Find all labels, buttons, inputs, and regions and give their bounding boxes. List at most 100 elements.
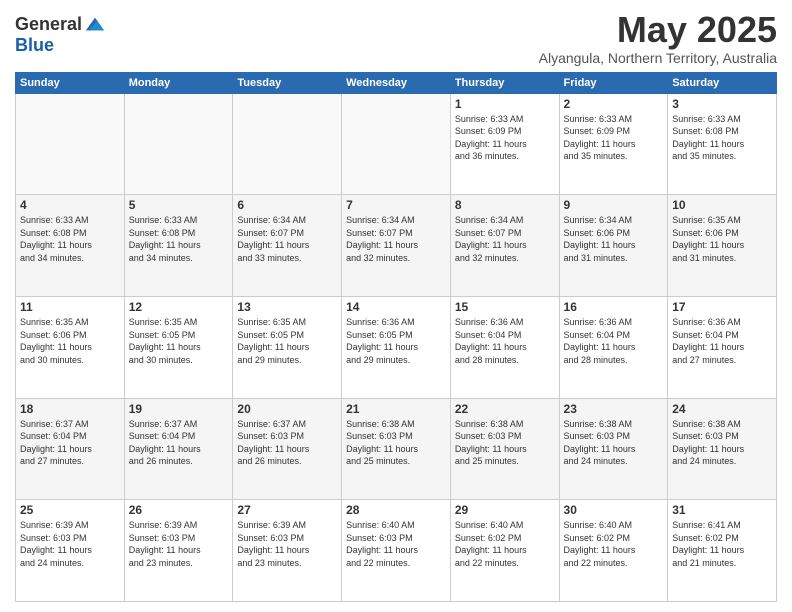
location-title: Alyangula, Northern Territory, Australia	[539, 50, 777, 66]
calendar-cell: 28 Sunrise: 6:40 AM Sunset: 6:03 PM Dayli…	[342, 500, 451, 602]
day-number: 4	[20, 198, 120, 212]
calendar-cell: 20 Sunrise: 6:37 AM Sunset: 6:03 PM Dayli…	[233, 398, 342, 500]
calendar-week-2: 4 Sunrise: 6:33 AM Sunset: 6:08 PM Daylig…	[16, 195, 777, 297]
calendar-cell: 18Sunrise: 6:37 AM Sunset: 6:04 PM Dayli…	[16, 398, 125, 500]
day-info: Sunrise: 6:39 AM Sunset: 6:03 PM Dayligh…	[237, 519, 337, 569]
day-info: Sunrise: 6:35 AM Sunset: 6:05 PM Dayligh…	[237, 316, 337, 366]
day-info: Sunrise: 6:40 AM Sunset: 6:02 PM Dayligh…	[564, 519, 664, 569]
day-number: 7	[346, 198, 446, 212]
calendar-cell: 9 Sunrise: 6:34 AM Sunset: 6:06 PM Daylig…	[559, 195, 668, 297]
calendar-cell: 17 Sunrise: 6:36 AM Sunset: 6:04 PM Dayli…	[668, 296, 777, 398]
day-info: Sunrise: 6:38 AM Sunset: 6:03 PM Dayligh…	[346, 418, 446, 468]
calendar-cell	[233, 93, 342, 195]
day-info: Sunrise: 6:40 AM Sunset: 6:02 PM Dayligh…	[455, 519, 555, 569]
calendar-week-1: 1 Sunrise: 6:33 AM Sunset: 6:09 PM Daylig…	[16, 93, 777, 195]
calendar-cell	[124, 93, 233, 195]
calendar-cell: 3Sunrise: 6:33 AM Sunset: 6:08 PM Daylig…	[668, 93, 777, 195]
day-info: Sunrise: 6:33 AM Sunset: 6:08 PM Dayligh…	[129, 214, 229, 264]
day-info: Sunrise: 6:38 AM Sunset: 6:03 PM Dayligh…	[455, 418, 555, 468]
day-number: 28	[346, 503, 446, 517]
day-number: 22	[455, 402, 555, 416]
day-info: Sunrise: 6:34 AM Sunset: 6:07 PM Dayligh…	[455, 214, 555, 264]
calendar-header-tuesday: Tuesday	[233, 72, 342, 93]
calendar-header-saturday: Saturday	[668, 72, 777, 93]
day-number: 17	[672, 300, 772, 314]
calendar-cell: 16Sunrise: 6:36 AM Sunset: 6:04 PM Dayli…	[559, 296, 668, 398]
calendar-header-wednesday: Wednesday	[342, 72, 451, 93]
page: General Blue May 2025 Alyangula, Norther…	[0, 0, 792, 612]
day-number: 5	[129, 198, 229, 212]
calendar-cell: 24Sunrise: 6:38 AM Sunset: 6:03 PM Dayli…	[668, 398, 777, 500]
day-info: Sunrise: 6:34 AM Sunset: 6:07 PM Dayligh…	[237, 214, 337, 264]
calendar-cell: 30 Sunrise: 6:40 AM Sunset: 6:02 PM Dayli…	[559, 500, 668, 602]
day-number: 26	[129, 503, 229, 517]
day-number: 6	[237, 198, 337, 212]
calendar-cell: 29 Sunrise: 6:40 AM Sunset: 6:02 PM Dayli…	[450, 500, 559, 602]
calendar-week-4: 18Sunrise: 6:37 AM Sunset: 6:04 PM Dayli…	[16, 398, 777, 500]
calendar-cell: 14 Sunrise: 6:36 AM Sunset: 6:05 PM Dayli…	[342, 296, 451, 398]
day-info: Sunrise: 6:35 AM Sunset: 6:06 PM Dayligh…	[672, 214, 772, 264]
day-number: 15	[455, 300, 555, 314]
calendar-header-thursday: Thursday	[450, 72, 559, 93]
calendar-cell: 21 Sunrise: 6:38 AM Sunset: 6:03 PM Dayli…	[342, 398, 451, 500]
calendar-cell: 22 Sunrise: 6:38 AM Sunset: 6:03 PM Dayli…	[450, 398, 559, 500]
calendar-cell: 5 Sunrise: 6:33 AM Sunset: 6:08 PM Daylig…	[124, 195, 233, 297]
day-number: 27	[237, 503, 337, 517]
calendar-cell	[16, 93, 125, 195]
day-info: Sunrise: 6:33 AM Sunset: 6:09 PM Dayligh…	[455, 113, 555, 163]
calendar-cell: 7 Sunrise: 6:34 AM Sunset: 6:07 PM Daylig…	[342, 195, 451, 297]
day-number: 12	[129, 300, 229, 314]
day-info: Sunrise: 6:36 AM Sunset: 6:05 PM Dayligh…	[346, 316, 446, 366]
logo: General Blue	[15, 14, 106, 56]
day-info: Sunrise: 6:33 AM Sunset: 6:09 PM Dayligh…	[564, 113, 664, 163]
day-number: 16	[564, 300, 664, 314]
day-number: 20	[237, 402, 337, 416]
logo-general-text: General	[15, 15, 82, 35]
day-info: Sunrise: 6:34 AM Sunset: 6:06 PM Dayligh…	[564, 214, 664, 264]
day-number: 3	[672, 97, 772, 111]
day-info: Sunrise: 6:36 AM Sunset: 6:04 PM Dayligh…	[672, 316, 772, 366]
calendar-header-sunday: Sunday	[16, 72, 125, 93]
calendar-header-row: SundayMondayTuesdayWednesdayThursdayFrid…	[16, 72, 777, 93]
day-number: 24	[672, 402, 772, 416]
day-number: 1	[455, 97, 555, 111]
day-number: 2	[564, 97, 664, 111]
day-info: Sunrise: 6:34 AM Sunset: 6:07 PM Dayligh…	[346, 214, 446, 264]
title-section: May 2025 Alyangula, Northern Territory, …	[539, 10, 777, 66]
day-number: 8	[455, 198, 555, 212]
day-number: 25	[20, 503, 120, 517]
day-info: Sunrise: 6:40 AM Sunset: 6:03 PM Dayligh…	[346, 519, 446, 569]
logo-blue-text: Blue	[15, 36, 106, 56]
calendar-cell: 10 Sunrise: 6:35 AM Sunset: 6:06 PM Dayli…	[668, 195, 777, 297]
logo-icon	[84, 14, 106, 36]
day-number: 11	[20, 300, 120, 314]
day-info: Sunrise: 6:35 AM Sunset: 6:05 PM Dayligh…	[129, 316, 229, 366]
calendar-header-friday: Friday	[559, 72, 668, 93]
calendar-cell	[342, 93, 451, 195]
day-info: Sunrise: 6:39 AM Sunset: 6:03 PM Dayligh…	[20, 519, 120, 569]
day-number: 9	[564, 198, 664, 212]
calendar-cell: 27 Sunrise: 6:39 AM Sunset: 6:03 PM Dayli…	[233, 500, 342, 602]
day-number: 29	[455, 503, 555, 517]
day-info: Sunrise: 6:41 AM Sunset: 6:02 PM Dayligh…	[672, 519, 772, 569]
day-info: Sunrise: 6:37 AM Sunset: 6:03 PM Dayligh…	[237, 418, 337, 468]
calendar-cell: 12 Sunrise: 6:35 AM Sunset: 6:05 PM Dayli…	[124, 296, 233, 398]
calendar-cell: 2 Sunrise: 6:33 AM Sunset: 6:09 PM Daylig…	[559, 93, 668, 195]
day-number: 31	[672, 503, 772, 517]
calendar-cell: 26Sunrise: 6:39 AM Sunset: 6:03 PM Dayli…	[124, 500, 233, 602]
day-number: 14	[346, 300, 446, 314]
calendar-cell: 25 Sunrise: 6:39 AM Sunset: 6:03 PM Dayli…	[16, 500, 125, 602]
day-number: 30	[564, 503, 664, 517]
day-number: 13	[237, 300, 337, 314]
month-title: May 2025	[539, 10, 777, 50]
day-number: 19	[129, 402, 229, 416]
calendar-cell: 13 Sunrise: 6:35 AM Sunset: 6:05 PM Dayli…	[233, 296, 342, 398]
calendar-week-3: 11 Sunrise: 6:35 AM Sunset: 6:06 PM Dayli…	[16, 296, 777, 398]
calendar-table: SundayMondayTuesdayWednesdayThursdayFrid…	[15, 72, 777, 602]
calendar-header-monday: Monday	[124, 72, 233, 93]
day-number: 21	[346, 402, 446, 416]
day-info: Sunrise: 6:35 AM Sunset: 6:06 PM Dayligh…	[20, 316, 120, 366]
calendar-cell: 23Sunrise: 6:38 AM Sunset: 6:03 PM Dayli…	[559, 398, 668, 500]
day-number: 10	[672, 198, 772, 212]
day-info: Sunrise: 6:36 AM Sunset: 6:04 PM Dayligh…	[455, 316, 555, 366]
